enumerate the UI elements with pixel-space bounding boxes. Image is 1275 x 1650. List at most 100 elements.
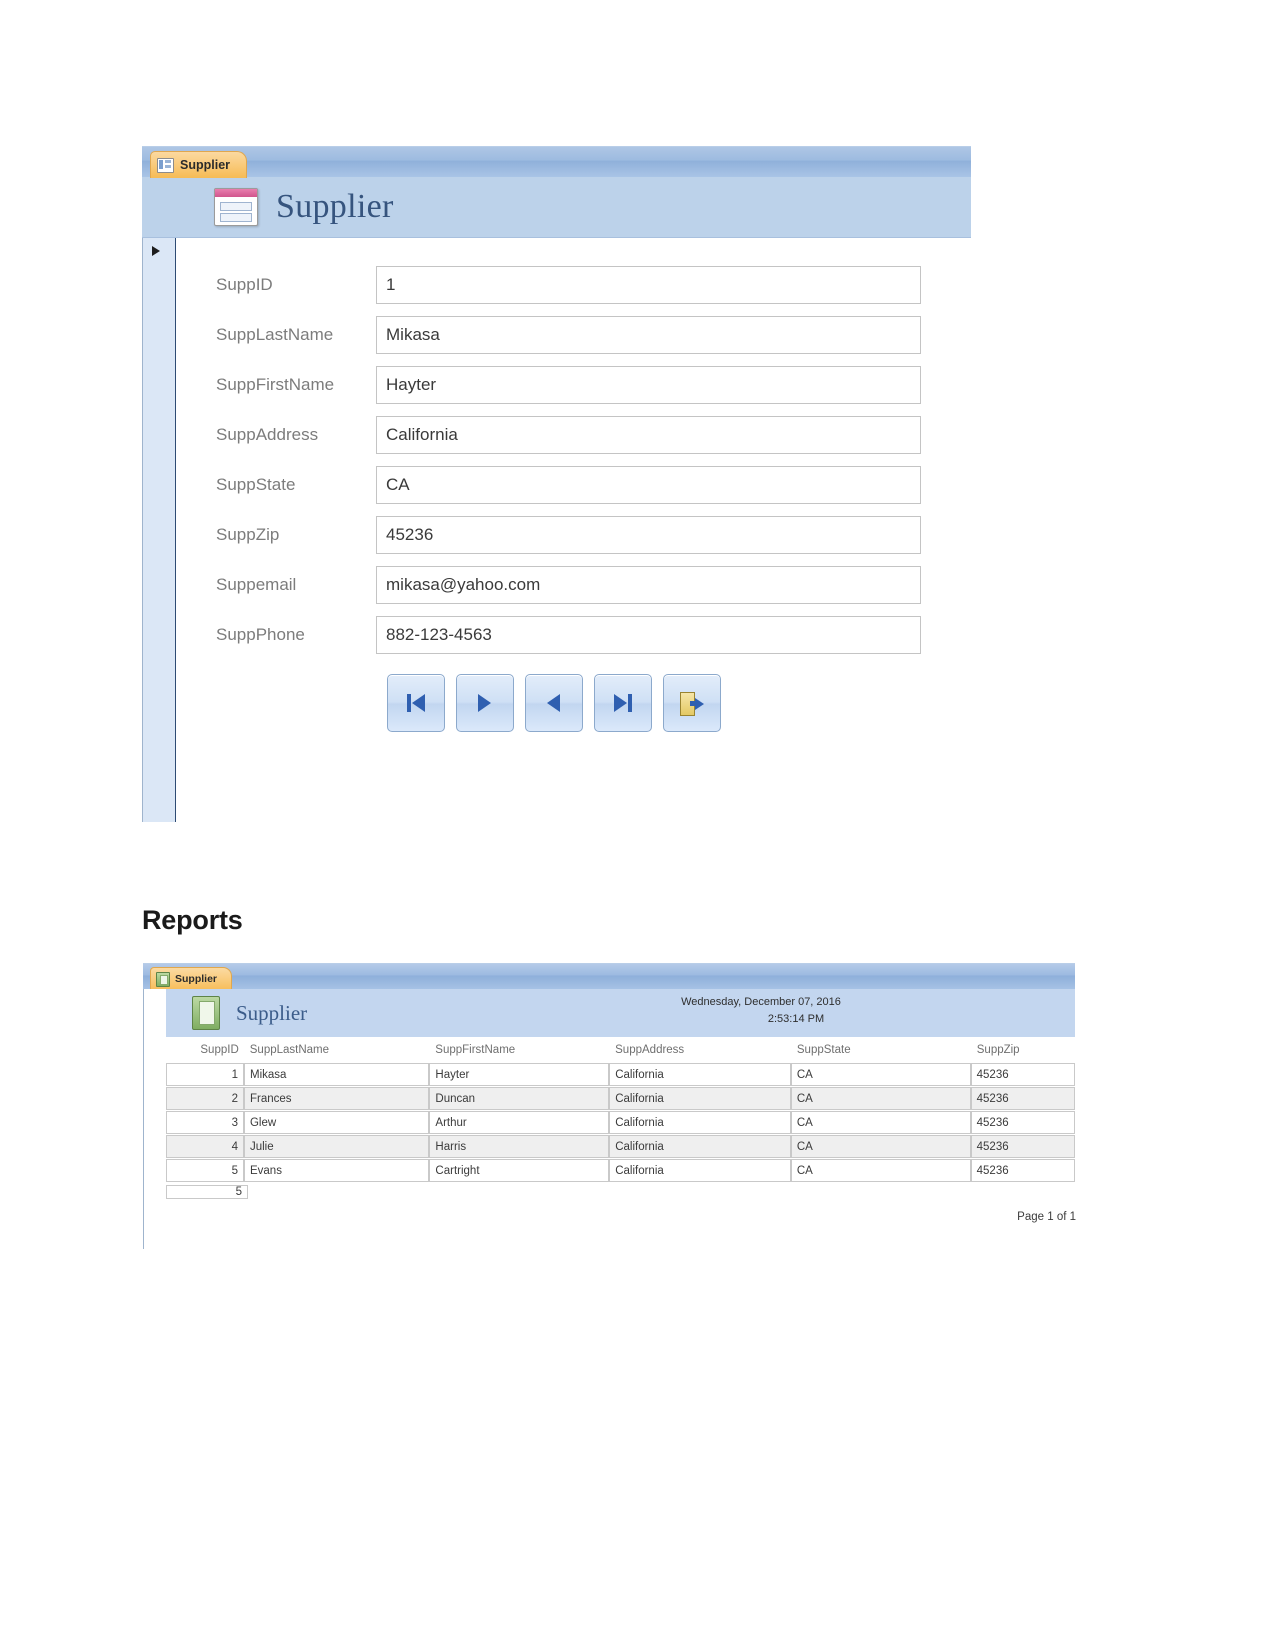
label-suppfirstname: SuppFirstName	[216, 375, 335, 394]
cell-suppzip: 45236	[970, 1111, 1076, 1134]
label-suppemail: Suppemail	[216, 575, 297, 594]
tab-supplier-form-label: Supplier	[180, 158, 231, 172]
table-row: 5 Evans Cartright California CA 45236	[166, 1159, 1076, 1182]
column-header-suppid: SuppID	[200, 1044, 239, 1056]
cell-suppzip: 45236	[970, 1063, 1076, 1086]
cell-suppaddress: California	[609, 1063, 791, 1086]
skip-to-start-icon	[406, 694, 425, 712]
field-row-suppemail: Suppemail mikasa@yahoo.com	[216, 566, 921, 604]
label-suppaddress: SuppAddress	[216, 425, 319, 444]
exit-door-icon	[679, 692, 704, 716]
table-row: 1 Mikasa Hayter California CA 45236	[166, 1063, 1076, 1086]
input-suppstate[interactable]: CA	[376, 466, 921, 504]
form-navigation-buttons	[216, 674, 921, 732]
field-row-suppaddress: SuppAddress California	[216, 416, 921, 454]
cell-suppfirstname: Arthur	[429, 1111, 610, 1134]
column-header-suppfirstname: SuppFirstName	[435, 1044, 516, 1056]
input-suppfirstname[interactable]: Hayter	[376, 366, 921, 404]
record-selector-bar[interactable]	[143, 238, 176, 822]
cell-suppstate: CA	[790, 1087, 971, 1110]
cell-suppfirstname: Cartright	[429, 1159, 610, 1182]
field-row-suppstate: SuppState CA	[216, 466, 921, 504]
report-icon	[192, 996, 220, 1030]
report-record-count: 5	[166, 1185, 248, 1199]
report-column-headers: SuppID SuppLastName SuppFirstName SuppAd…	[166, 1037, 1075, 1063]
report-datetime: Wednesday, December 07, 2016 2:53:14 PM	[596, 994, 926, 1028]
cell-suppstate: CA	[790, 1159, 971, 1182]
input-supplastname[interactable]: Mikasa	[376, 316, 921, 354]
input-suppphone[interactable]: 882-123-4563	[376, 616, 921, 654]
form-field-list: SuppID 1 SuppLastName Mikasa SuppFirstNa…	[176, 238, 971, 822]
input-suppaddress[interactable]: California	[376, 416, 921, 454]
report-page-footer: Page 1 of 1	[1017, 1211, 1076, 1223]
record-selector-arrow-icon	[152, 246, 160, 256]
cell-suppid: 1	[166, 1063, 244, 1086]
form-body: SuppID 1 SuppLastName Mikasa SuppFirstNa…	[142, 238, 971, 822]
label-suppzip: SuppZip	[216, 525, 280, 544]
cell-suppaddress: California	[609, 1159, 791, 1182]
form-tab-bar: Supplier	[142, 146, 971, 178]
report-header-band: Supplier Wednesday, December 07, 2016 2:…	[166, 989, 1075, 1037]
cell-supplastname: Evans	[243, 1159, 430, 1182]
report-date: Wednesday, December 07, 2016	[681, 996, 841, 1008]
report-time: 2:53:14 PM	[767, 1013, 825, 1025]
field-row-suppid: SuppID 1	[216, 266, 921, 304]
cell-suppaddress: California	[609, 1111, 791, 1134]
field-row-suppphone: SuppPhone 882-123-4563	[216, 616, 921, 654]
tab-supplier-form[interactable]: Supplier	[150, 151, 248, 178]
cell-suppzip: 45236	[970, 1159, 1076, 1182]
field-row-supplastname: SuppLastName Mikasa	[216, 316, 921, 354]
next-record-button[interactable]	[455, 674, 514, 732]
label-suppstate: SuppState	[216, 475, 296, 494]
column-header-suppaddress: SuppAddress	[615, 1044, 685, 1056]
input-suppid[interactable]: 1	[376, 266, 921, 304]
cell-suppid: 3	[166, 1111, 244, 1134]
first-record-button[interactable]	[386, 674, 445, 732]
supplier-report-window: Supplier Supplier Wednesday, December 07…	[143, 963, 1076, 1249]
label-supplastname: SuppLastName	[216, 325, 334, 344]
report-view-icon	[156, 971, 170, 987]
cell-suppid: 5	[166, 1159, 244, 1182]
form-view-icon	[157, 157, 174, 173]
table-row: 4 Julie Harris California CA 45236	[166, 1135, 1076, 1158]
report-tab-bar: Supplier	[143, 963, 1075, 990]
cell-suppid: 4	[166, 1135, 244, 1158]
tab-supplier-report-label: Supplier	[175, 973, 218, 985]
skip-to-end-icon	[613, 694, 632, 712]
table-row: 3 Glew Arthur California CA 45236	[166, 1111, 1076, 1134]
input-suppzip[interactable]: 45236	[376, 516, 921, 554]
cell-suppid: 2	[166, 1087, 244, 1110]
cell-supplastname: Mikasa	[243, 1063, 430, 1086]
cell-suppaddress: California	[609, 1087, 791, 1110]
last-record-button[interactable]	[593, 674, 652, 732]
cell-suppzip: 45236	[970, 1135, 1076, 1158]
table-row: 2 Frances Duncan California CA 45236	[166, 1087, 1076, 1110]
play-left-icon	[547, 694, 560, 712]
field-row-suppzip: SuppZip 45236	[216, 516, 921, 554]
report-title: Supplier	[236, 1000, 308, 1025]
cell-supplastname: Glew	[243, 1111, 430, 1134]
exit-form-button[interactable]	[662, 674, 721, 732]
tab-supplier-report[interactable]: Supplier	[150, 967, 233, 990]
cell-suppfirstname: Hayter	[429, 1063, 610, 1086]
cell-suppstate: CA	[790, 1063, 971, 1086]
previous-record-button[interactable]	[524, 674, 583, 732]
report-record-count-row: 5	[166, 1185, 1075, 1199]
form-page-title: Supplier	[276, 188, 394, 225]
report-body: Supplier Wednesday, December 07, 2016 2:…	[143, 989, 1076, 1249]
form-title-band: Supplier	[142, 177, 971, 238]
play-right-icon	[478, 694, 491, 712]
cell-supplastname: Frances	[243, 1087, 430, 1110]
label-suppphone: SuppPhone	[216, 625, 305, 644]
input-suppemail[interactable]: mikasa@yahoo.com	[376, 566, 921, 604]
cell-suppzip: 45236	[970, 1087, 1076, 1110]
cell-suppfirstname: Harris	[429, 1135, 610, 1158]
cell-suppstate: CA	[790, 1135, 971, 1158]
column-header-suppstate: SuppState	[796, 1044, 851, 1056]
field-row-suppfirstname: SuppFirstName Hayter	[216, 366, 921, 404]
reports-section-heading: Reports	[142, 905, 243, 935]
cell-supplastname: Julie	[243, 1135, 430, 1158]
cell-suppaddress: California	[609, 1135, 791, 1158]
supplier-form-window: Supplier Supplier SuppID 1 SuppLastName …	[142, 146, 971, 822]
cell-suppstate: CA	[790, 1111, 971, 1134]
